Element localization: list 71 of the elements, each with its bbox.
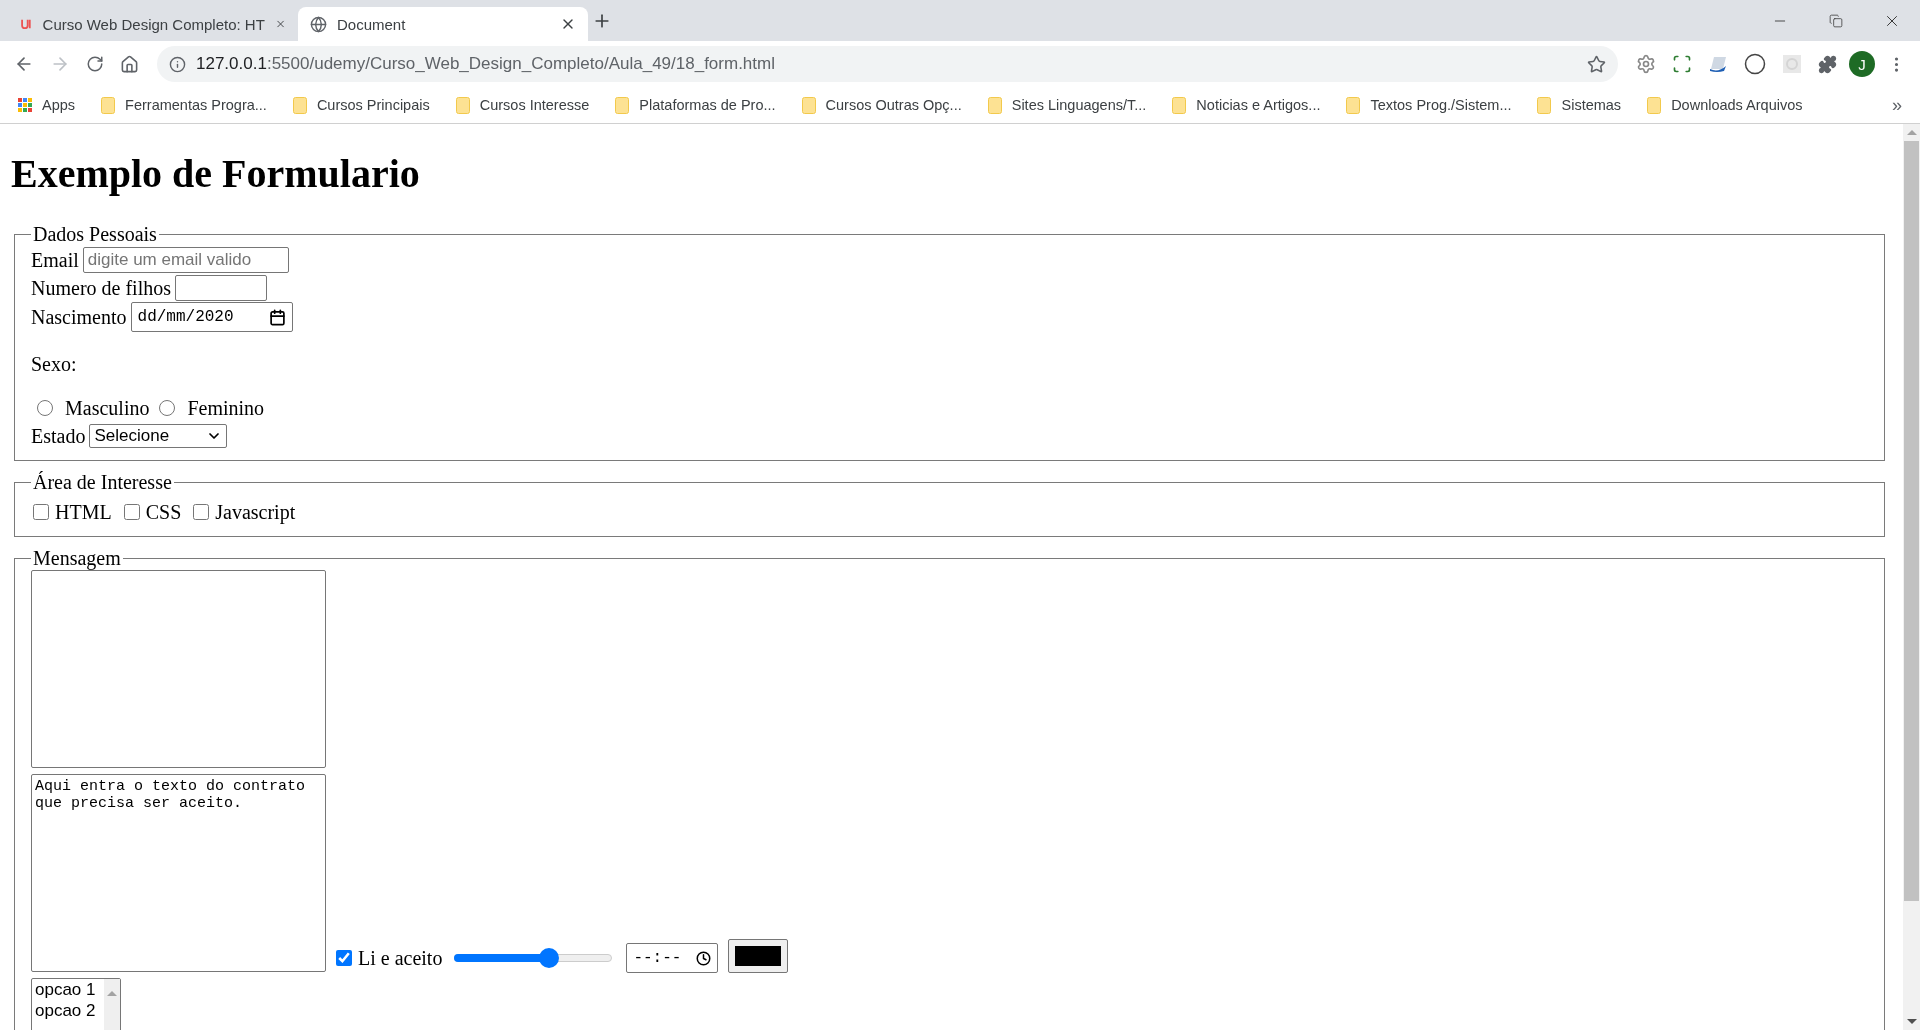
field-label: Numero de filhos bbox=[31, 276, 171, 300]
page-heading: Exemplo de Formulario bbox=[11, 150, 421, 197]
list-scrollbar[interactable] bbox=[104, 979, 120, 1030]
section-legend: Dados Pessoais bbox=[31, 223, 159, 246]
range-slider[interactable] bbox=[454, 948, 613, 968]
bookmark-item[interactable]: Downloads Arquivos bbox=[1647, 96, 1803, 114]
profile-avatar[interactable]: J bbox=[1849, 51, 1875, 77]
list-option[interactable]: opcao 1 bbox=[35, 979, 104, 1000]
checkbox-label: Javascript bbox=[215, 500, 296, 524]
section-legend: Mensagem bbox=[31, 547, 123, 570]
bookmark-item[interactable]: Sites Linguagens/T... bbox=[987, 96, 1147, 114]
folder-icon bbox=[101, 96, 116, 114]
radio-button[interactable] bbox=[37, 400, 53, 416]
section-legend: Área de Interesse bbox=[31, 471, 174, 494]
color-picker[interactable] bbox=[728, 939, 789, 973]
scrollbar-thumb[interactable] bbox=[1904, 141, 1919, 901]
contract-textarea[interactable]: Aqui entra o texto do contrato que precisa ser aceito. bbox=[31, 774, 326, 972]
list-option[interactable]: opcao 2 bbox=[35, 1000, 104, 1021]
bookmark-item[interactable]: Textos Prog./Sistem... bbox=[1346, 96, 1512, 114]
checkbox[interactable] bbox=[336, 950, 352, 966]
tab-title: Document bbox=[337, 15, 407, 33]
field-label: Nascimento bbox=[31, 305, 127, 329]
bookmark-item[interactable]: Apps bbox=[18, 97, 76, 113]
radio-label: Feminino bbox=[187, 396, 265, 420]
bookmark-item[interactable]: Plataformas de Pro... bbox=[615, 96, 776, 114]
bookmark-item[interactable]: Cursos Outras Opç... bbox=[801, 96, 962, 114]
field-label: Estado bbox=[31, 424, 86, 448]
number-field[interactable] bbox=[175, 275, 267, 301]
checkbox-label: HTML bbox=[55, 500, 112, 524]
folder-icon bbox=[1346, 96, 1361, 114]
bookmark-item[interactable]: Sistemas bbox=[1537, 96, 1622, 114]
checkbox[interactable] bbox=[193, 504, 210, 520]
state-select[interactable]: Selecione bbox=[89, 424, 228, 448]
folder-icon bbox=[455, 96, 470, 114]
checkbox[interactable] bbox=[123, 504, 140, 520]
field-label: Email bbox=[31, 248, 79, 272]
email-field[interactable]: digite um email valido bbox=[82, 247, 289, 273]
restore-icon[interactable] bbox=[1829, 13, 1843, 28]
page-scrollbar[interactable] bbox=[1903, 124, 1920, 1030]
more-bookmarks-button[interactable]: » bbox=[1892, 94, 1902, 116]
calendar-icon[interactable] bbox=[268, 308, 286, 326]
date-field[interactable]: dd/mm/2020 bbox=[130, 302, 293, 332]
clock-icon[interactable] bbox=[696, 950, 712, 966]
address-bar[interactable]: 127.0.0.1:5500/udemy/Curso_Web_Design_Completo/Aula_49/18_form.html bbox=[157, 46, 1618, 82]
browser-tab[interactable]: Document bbox=[298, 7, 588, 41]
folder-icon bbox=[1537, 96, 1552, 114]
bookmark-item[interactable]: Cursos Principais bbox=[292, 96, 430, 114]
checkbox-label: Li e aceito bbox=[358, 946, 443, 970]
folder-icon bbox=[615, 96, 630, 114]
folder-icon bbox=[801, 96, 816, 114]
options-listbox[interactable]: opcao 1 opcao 2 bbox=[31, 978, 121, 1030]
radio-label: Masculino bbox=[65, 396, 150, 420]
tab-title: Curso Web Design Completo: HT bbox=[42, 15, 265, 33]
browser-tab[interactable]: Curso Web Design Completo: HT bbox=[8, 7, 298, 41]
folder-icon bbox=[1172, 96, 1187, 114]
info-icon bbox=[169, 55, 186, 73]
bookmark-star-icon[interactable] bbox=[1587, 54, 1606, 74]
bookmark-item[interactable]: Cursos Interesse bbox=[455, 96, 590, 114]
radio-button[interactable] bbox=[159, 400, 176, 416]
folder-icon bbox=[292, 96, 307, 114]
folder-icon bbox=[1647, 96, 1662, 114]
bookmark-item[interactable]: Noticias e Artigos... bbox=[1172, 96, 1321, 114]
apps-grid-icon bbox=[18, 98, 32, 112]
globe-icon bbox=[310, 15, 327, 33]
checkbox-label: CSS bbox=[145, 500, 182, 524]
bookmark-item[interactable]: Ferramentas Progra... bbox=[101, 96, 267, 114]
field-label: Sexo: bbox=[31, 352, 77, 376]
slider-thumb[interactable] bbox=[539, 948, 560, 968]
checkbox[interactable] bbox=[33, 504, 49, 520]
time-field[interactable]: --:-- bbox=[626, 943, 719, 973]
folder-icon bbox=[987, 96, 1002, 114]
